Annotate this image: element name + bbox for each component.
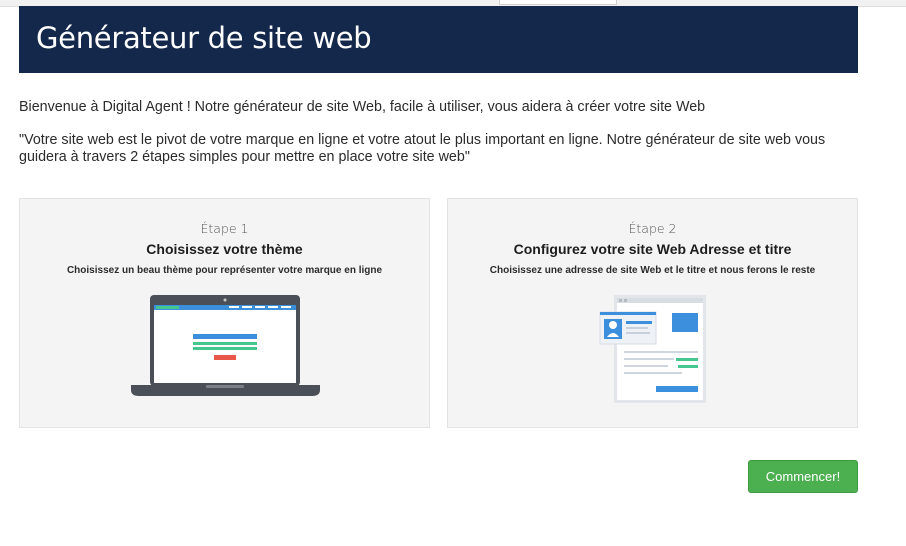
browser-tab[interactable]	[499, 0, 617, 5]
step-card-theme[interactable]: Étape 1 Choisissez votre thème Choisisse…	[19, 198, 430, 428]
page-header: Générateur de site web	[19, 6, 858, 73]
intro-text: Bienvenue à Digital Agent ! Notre généra…	[19, 99, 706, 115]
step-title: Choisissez votre thème	[146, 241, 303, 257]
step-title: Configurez votre site Web Adresse et tit…	[513, 241, 792, 257]
step-card-website-config[interactable]: Étape 2 Configurez votre site Web Adress…	[447, 198, 858, 428]
quote-text: "Votre site web est le pivot de votre ma…	[19, 132, 826, 165]
start-button[interactable]: Commencer!	[748, 460, 858, 493]
laptop-theme-icon	[131, 295, 320, 396]
step-description: Choisissez un beau thème pour représente…	[66, 265, 383, 276]
page-title: Générateur de site web	[36, 21, 372, 55]
step-number: Étape 1	[200, 221, 249, 236]
website-config-icon	[599, 295, 706, 403]
step-description: Choisissez une adresse de site Web et le…	[489, 265, 816, 276]
step-number: Étape 2	[628, 221, 677, 236]
